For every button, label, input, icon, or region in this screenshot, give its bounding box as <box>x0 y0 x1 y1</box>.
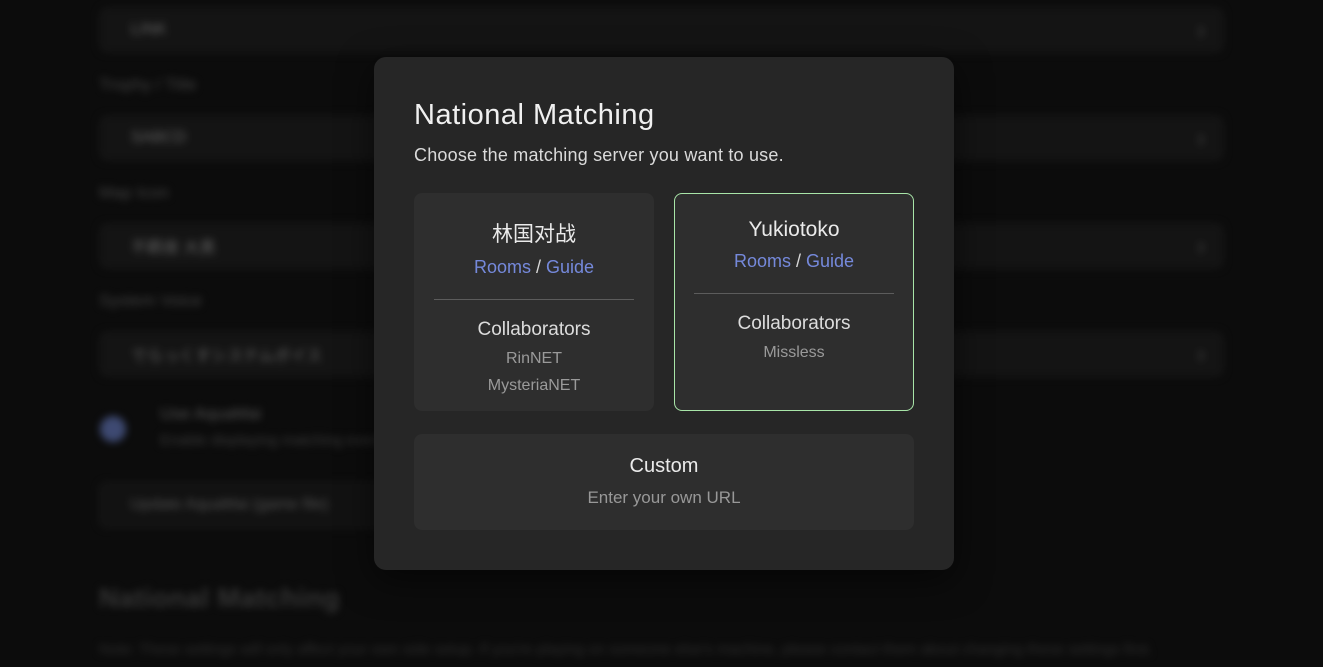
guide-link[interactable]: Guide <box>806 251 854 271</box>
link-separator: / <box>531 257 546 277</box>
collaborator-name: MysteriaNET <box>415 377 653 395</box>
guide-link[interactable]: Guide <box>546 257 594 277</box>
card-divider <box>694 293 894 294</box>
server-card-linguo[interactable]: 林国对战 Rooms / Guide Collaborators RinNET … <box>414 193 654 411</box>
custom-title: Custom <box>414 455 914 478</box>
collaborator-name: RinNET <box>415 350 653 368</box>
rooms-link[interactable]: Rooms <box>734 251 791 271</box>
custom-subtitle: Enter your own URL <box>414 488 914 508</box>
card-divider <box>434 299 634 300</box>
server-options: 林国对战 Rooms / Guide Collaborators RinNET … <box>414 193 914 411</box>
server-name: 林国对战 <box>415 218 653 248</box>
dialog-subtitle: Choose the matching server you want to u… <box>414 145 914 166</box>
server-card-yukiotoko[interactable]: Yukiotoko Rooms / Guide Collaborators Mi… <box>674 193 914 411</box>
rooms-link[interactable]: Rooms <box>474 257 531 277</box>
collaborators-heading: Collaborators <box>415 319 653 341</box>
collaborator-name: Missless <box>675 344 913 362</box>
server-name: Yukiotoko <box>675 218 913 242</box>
link-separator: / <box>791 251 806 271</box>
server-links: Rooms / Guide <box>415 257 653 278</box>
server-links: Rooms / Guide <box>675 251 913 272</box>
collaborators-heading: Collaborators <box>675 313 913 335</box>
custom-server-card[interactable]: Custom Enter your own URL <box>414 434 914 530</box>
dialog-title: National Matching <box>414 99 914 132</box>
national-matching-dialog: National Matching Choose the matching se… <box>374 57 954 570</box>
